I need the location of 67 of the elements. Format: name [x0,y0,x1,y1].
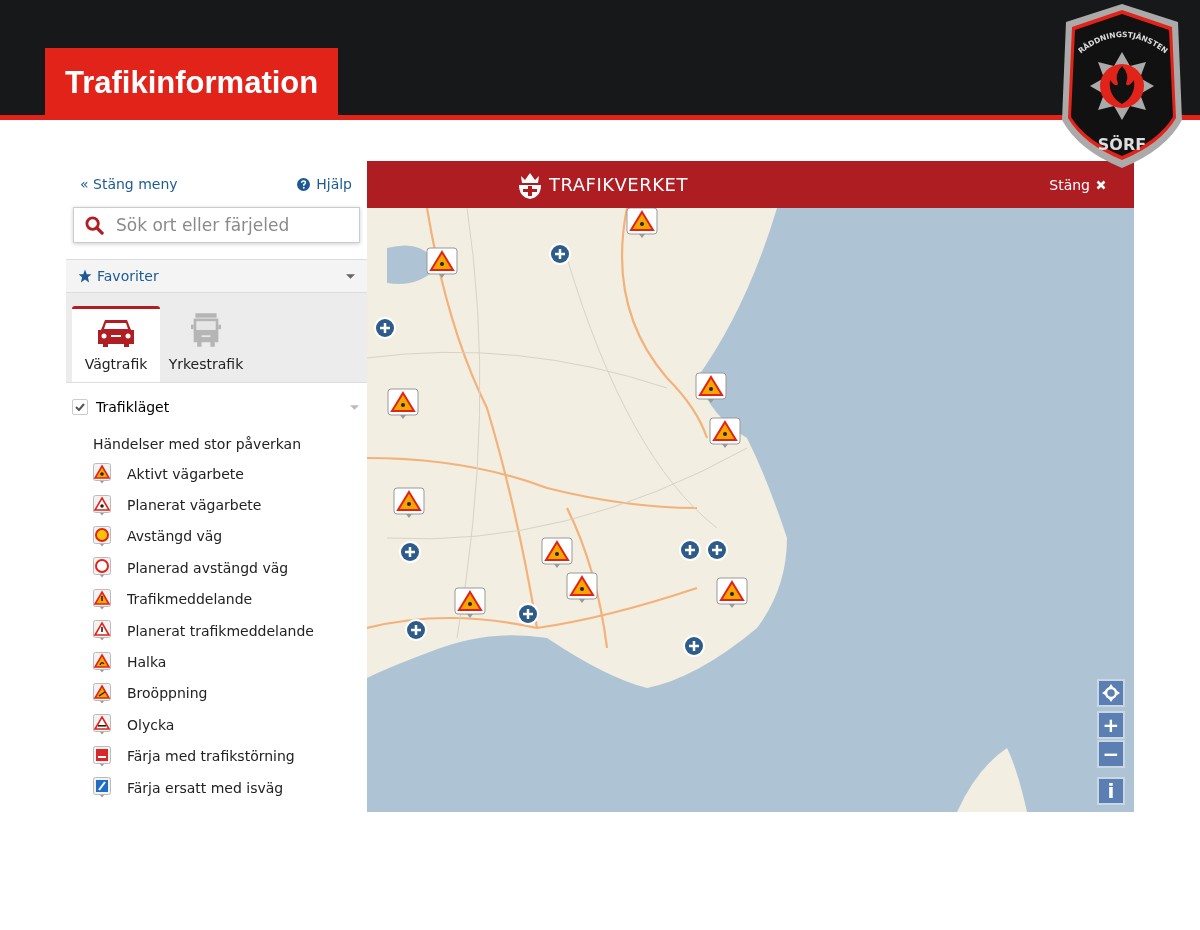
warning-planned-icon [93,620,111,642]
favorites-dropdown[interactable]: Favoriter [66,259,367,293]
traffic-tab[interactable]: Vägtrafik [72,306,160,382]
roadwork-marker-icon[interactable] [541,537,573,568]
help-link[interactable]: Hjälp [297,176,352,192]
close-button[interactable]: Stäng [1049,176,1106,193]
checkmark-icon [75,403,85,411]
roadwork-marker-icon[interactable] [426,247,458,278]
roadwork-marker-icon[interactable] [387,388,419,419]
bridge-icon [93,682,111,704]
closed-icon [93,525,111,547]
warning-icon [93,588,111,610]
roadwork-planned-icon [93,494,111,516]
page-title: Trafikinformation [45,48,339,117]
plus-marker-icon[interactable] [517,603,539,625]
map-panel[interactable]: + − i [367,208,1134,812]
legend-label: Trafikmeddelande [127,591,253,608]
favorites-label: Favoriter [97,268,159,284]
legend-heading: Händelser med stor påverkan [92,435,303,452]
legend-label: Olycka [127,716,175,733]
plus-marker-icon[interactable] [683,635,705,657]
locate-button[interactable] [1097,679,1125,707]
search-bar[interactable]: Sök ort eller färjeled [73,207,360,243]
crosshair-icon [1102,684,1120,702]
legend-label: Avstängd väg [127,528,223,545]
closed-planned-icon [93,557,111,579]
brand-name: TRAFIKVERKET [549,174,688,195]
legend-label: Planerat vägarbete [127,497,262,514]
zoom-button[interactable]: + [1097,711,1125,739]
close-menu-link[interactable]: « Stäng meny [80,176,178,192]
layer-checkbox[interactable] [72,399,88,415]
traffic-tab[interactable]: Yrkestrafik [162,306,250,382]
roadwork-marker-icon[interactable] [709,417,741,448]
plus-marker-icon[interactable] [374,317,396,339]
star-icon [78,269,92,283]
ferry-icon [93,745,111,767]
roadwork-marker-icon[interactable] [393,487,425,518]
slippery-icon [93,651,111,673]
roadwork-marker-icon[interactable] [716,577,748,608]
plus-marker-icon[interactable] [405,619,427,641]
legend-label: Planerat trafikmeddelande [127,622,314,639]
roadwork-icon [93,463,111,485]
accident-icon [93,714,111,736]
plus-marker-icon[interactable] [399,541,421,563]
ice-road-icon [93,777,111,799]
legend-label: Färja med trafikstörning [127,748,295,765]
roadwork-marker-icon[interactable] [626,208,658,238]
search-input[interactable]: Sök ort eller färjeled [114,214,348,236]
legend-label: Planerad avstängd väg [127,559,289,576]
layer-label: Trafikläget [96,399,171,415]
truck-icon [191,312,221,348]
legend-label: Halka [127,654,167,671]
zoom-button[interactable]: − [1097,740,1125,768]
legend-label: Aktivt vägarbete [127,465,244,482]
plus-marker-icon[interactable] [679,539,701,561]
roadwork-marker-icon[interactable] [454,587,486,618]
legend-label: Färja ersatt med isväg [127,779,284,796]
roadwork-marker-icon[interactable] [566,572,598,603]
legend-label: Broöppning [127,685,208,702]
roadwork-marker-icon[interactable] [695,372,727,403]
plus-marker-icon[interactable] [549,243,571,265]
info-button[interactable]: i [1097,777,1125,805]
close-icon [1096,179,1106,190]
help-icon [297,177,311,191]
caret-icon [346,273,355,279]
search-icon [85,215,104,235]
plus-marker-icon[interactable] [706,539,728,561]
